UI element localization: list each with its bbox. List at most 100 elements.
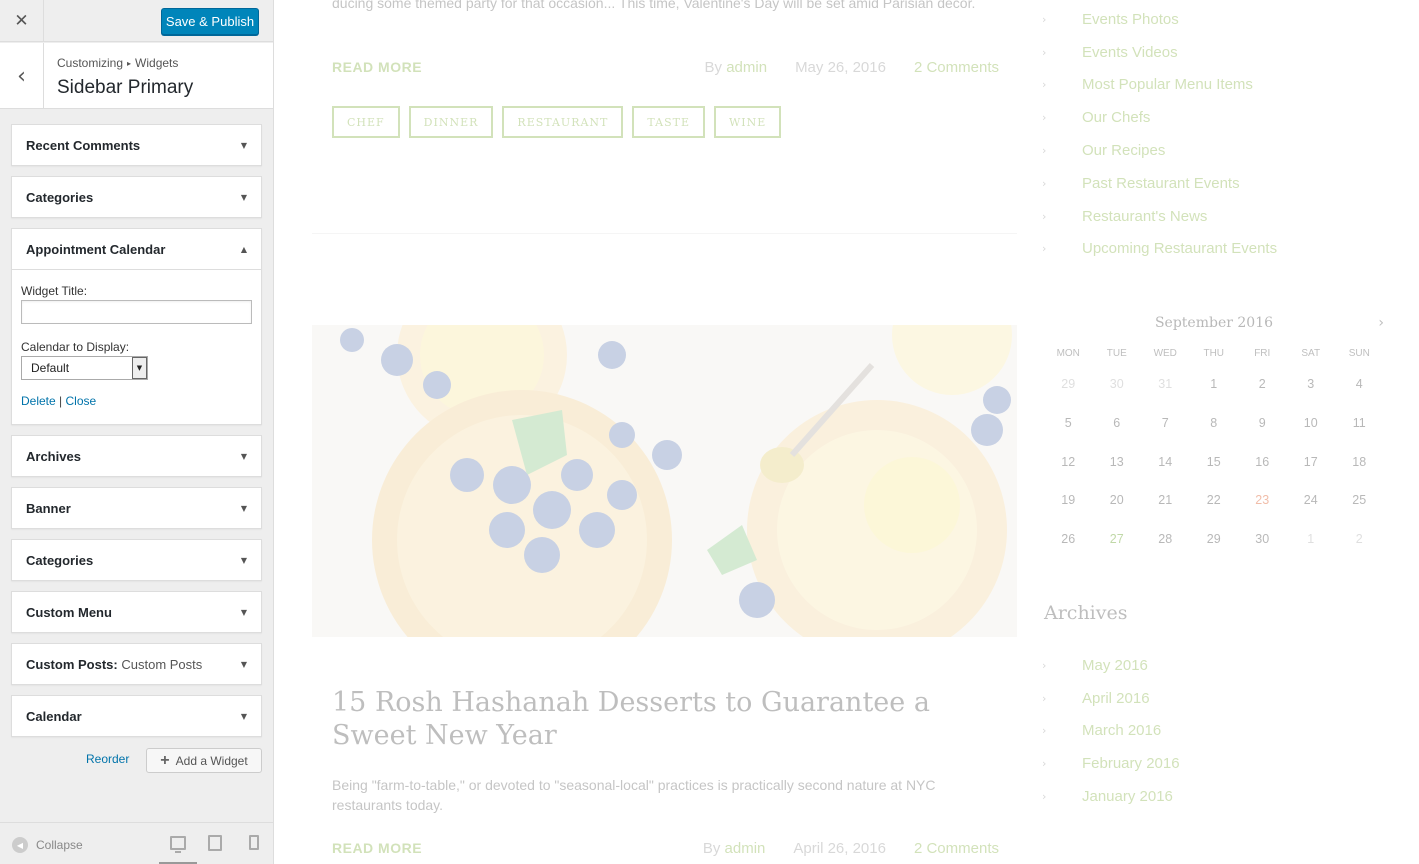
calendar-day[interactable]: 29 (1044, 365, 1093, 404)
calendar-day[interactable]: 23 (1238, 481, 1287, 520)
widget-title-input[interactable] (21, 300, 252, 324)
expand-arrow-icon[interactable]: ▼ (241, 452, 247, 461)
calendar-day[interactable]: 1 (1287, 520, 1336, 559)
tag-dinner[interactable]: DINNER (408, 106, 494, 138)
widget-calendar[interactable]: Calendar ▼ (11, 695, 262, 737)
calendar-day[interactable]: 2 (1335, 520, 1384, 559)
back-arrow-icon[interactable]: ‹ (0, 43, 44, 109)
widget-banner[interactable]: Banner ▼ (11, 487, 262, 529)
calendar-day[interactable]: 27 (1093, 520, 1142, 559)
calendar-day[interactable]: 31 (1141, 365, 1190, 404)
collapse-arrow-icon[interactable]: ▲ (241, 245, 247, 254)
author-link[interactable]: admin (726, 59, 767, 76)
calendar-day[interactable]: 20 (1093, 481, 1142, 520)
desktop-preview-icon[interactable] (170, 836, 186, 853)
widget-custom-posts[interactable]: Custom Posts: Custom Posts ▼ (11, 643, 262, 685)
expand-arrow-icon[interactable]: ▼ (241, 712, 247, 721)
calendar-next-icon[interactable]: › (1378, 315, 1384, 331)
calendar-day[interactable]: 13 (1093, 443, 1142, 482)
category-item[interactable]: › Restaurant's News (1042, 200, 1277, 233)
archive-item[interactable]: › May 2016 (1042, 649, 1180, 682)
widget-categories-2[interactable]: Categories ▼ (11, 539, 262, 581)
mobile-preview-icon[interactable] (249, 835, 259, 850)
tag-chef[interactable]: CHEF (332, 106, 400, 138)
by-label: By (702, 840, 721, 857)
save-publish-button[interactable]: Save & Publish (161, 8, 259, 35)
archive-item[interactable]: › March 2016 (1042, 715, 1180, 748)
widget-recent-comments[interactable]: Recent Comments ▼ (11, 124, 262, 166)
calendar-day[interactable]: 8 (1190, 404, 1239, 443)
widget-archives[interactable]: Archives ▼ (11, 435, 262, 477)
comments-link[interactable]: 2 Comments (914, 840, 999, 857)
breadcrumb-widgets: Widgets (135, 56, 179, 70)
tag-taste[interactable]: TASTE (632, 106, 705, 138)
calendar-day[interactable]: 5 (1044, 404, 1093, 443)
widget-custom-menu[interactable]: Custom Menu ▼ (11, 591, 262, 633)
category-item[interactable]: › Events Photos (1042, 3, 1277, 36)
tag-wine[interactable]: WINE (714, 106, 782, 138)
calendar-day[interactable]: 3 (1287, 365, 1336, 404)
calendar-day[interactable]: 19 (1044, 481, 1093, 520)
calendar-day[interactable]: 15 (1190, 443, 1239, 482)
close-link[interactable]: Close (66, 394, 97, 408)
comments-link[interactable]: 2 Comments (914, 59, 999, 76)
expand-arrow-icon[interactable]: ▼ (241, 504, 247, 513)
expand-arrow-icon[interactable]: ▼ (241, 141, 247, 150)
archive-item[interactable]: › April 2016 (1042, 682, 1180, 715)
calendar-day[interactable]: 12 (1044, 443, 1093, 482)
tag-restaurant[interactable]: RESTAURANT (502, 106, 624, 138)
widget-categories[interactable]: Categories ▼ (11, 176, 262, 218)
tablet-preview-icon[interactable] (208, 835, 222, 851)
close-icon[interactable]: ✕ (0, 0, 44, 42)
read-more-link[interactable]: READ MORE (332, 59, 422, 75)
calendar-day[interactable]: 18 (1335, 443, 1384, 482)
expand-arrow-icon[interactable]: ▼ (241, 660, 247, 669)
calendar-day[interactable]: 30 (1238, 520, 1287, 559)
author-link[interactable]: admin (725, 840, 766, 857)
delete-link[interactable]: Delete (21, 394, 56, 408)
reorder-link[interactable]: Reorder (86, 752, 129, 766)
expand-arrow-icon[interactable]: ▼ (241, 193, 247, 202)
calendar-day[interactable]: 29 (1190, 520, 1239, 559)
add-widget-button[interactable]: + Add a Widget (146, 748, 262, 773)
category-item[interactable]: › Upcoming Restaurant Events (1042, 233, 1277, 266)
calendar-day[interactable]: 25 (1335, 481, 1384, 520)
calendar-day[interactable]: 26 (1044, 520, 1093, 559)
archive-item[interactable]: › January 2016 (1042, 780, 1180, 813)
calendar-day[interactable]: 1 (1190, 365, 1239, 404)
calendar-day[interactable]: 6 (1093, 404, 1142, 443)
calendar-day[interactable]: 17 (1287, 443, 1336, 482)
expand-arrow-icon[interactable]: ▼ (241, 556, 247, 565)
featured-image[interactable] (312, 325, 1017, 637)
chevron-right-icon: › (1042, 45, 1047, 59)
calendar-day[interactable]: 30 (1093, 365, 1142, 404)
calendar-day[interactable]: 21 (1141, 481, 1190, 520)
breadcrumb-customizing: Customizing (57, 56, 124, 70)
calendar-day[interactable]: 22 (1190, 481, 1239, 520)
collapse-button[interactable]: ◀ Collapse (12, 837, 83, 853)
category-item[interactable]: › Most Popular Menu Items (1042, 69, 1277, 102)
section-header: ‹ Customizing ▸ Widgets Sidebar Primary (0, 43, 273, 109)
calendar-day[interactable]: 4 (1335, 365, 1384, 404)
calendar-day[interactable]: 11 (1335, 404, 1384, 443)
calendar-day[interactable]: 14 (1141, 443, 1190, 482)
calendar-day[interactable]: 10 (1287, 404, 1336, 443)
collapse-arrow-icon: ◀ (12, 837, 28, 853)
select-caret-icon[interactable]: ▼ (132, 357, 147, 379)
calendar-day[interactable]: 24 (1287, 481, 1336, 520)
read-more-link-2[interactable]: READ MORE (332, 840, 422, 856)
calendar-day[interactable]: 7 (1141, 404, 1190, 443)
expand-arrow-icon[interactable]: ▼ (241, 608, 247, 617)
post-title-link[interactable]: 15 Rosh Hashanah Desserts to Guarantee a… (332, 686, 992, 752)
calendar-display-select[interactable]: Default ▼ (21, 356, 148, 380)
category-item[interactable]: › Past Restaurant Events (1042, 167, 1277, 200)
widget-appointment-calendar[interactable]: Appointment Calendar ▲ Widget Title: Cale… (11, 228, 262, 425)
category-item[interactable]: › Events Videos (1042, 36, 1277, 69)
calendar-day[interactable]: 2 (1238, 365, 1287, 404)
calendar-day[interactable]: 16 (1238, 443, 1287, 482)
calendar-day[interactable]: 28 (1141, 520, 1190, 559)
archive-item[interactable]: › February 2016 (1042, 747, 1180, 780)
category-item[interactable]: › Our Recipes (1042, 134, 1277, 167)
calendar-day[interactable]: 9 (1238, 404, 1287, 443)
category-item[interactable]: › Our Chefs (1042, 101, 1277, 134)
